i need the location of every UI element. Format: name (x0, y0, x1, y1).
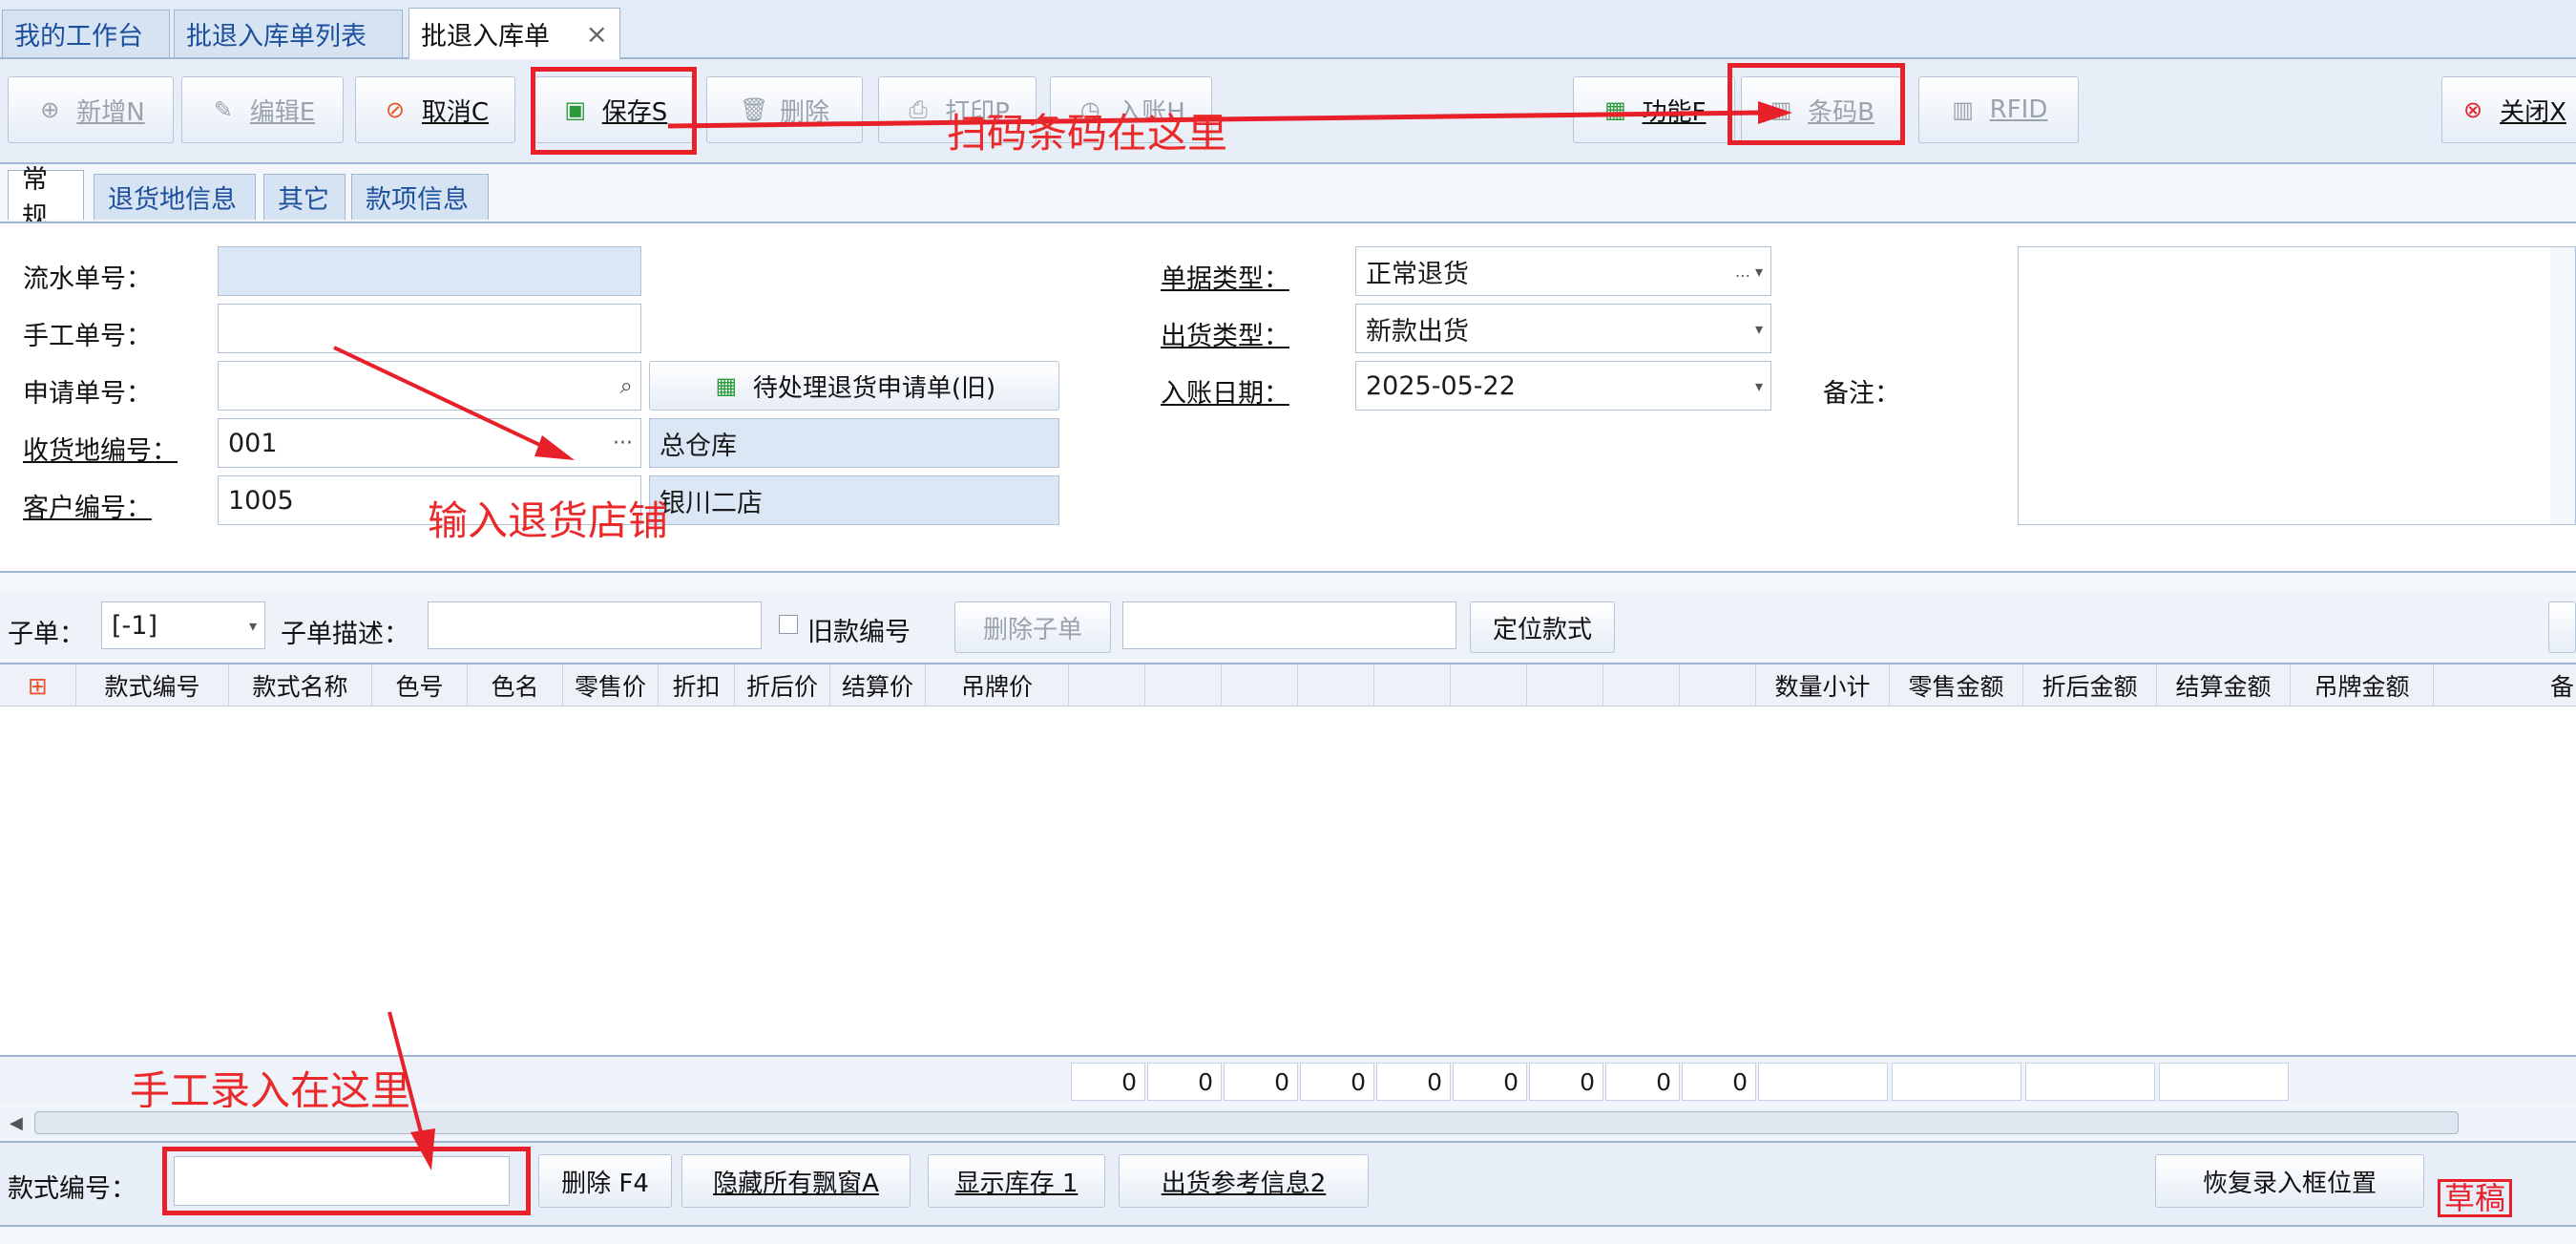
total-cell: 0 (1529, 1063, 1603, 1101)
remark-scrollbar[interactable] (2550, 247, 2575, 524)
col-qty-subtotal[interactable]: 数量小计 (1756, 664, 1890, 706)
col-retail-price[interactable]: 零售价 (563, 664, 659, 706)
form-tab-bar: 常规 退货地信息 其它 款项信息 (0, 165, 2576, 232)
col-style-code[interactable]: 款式编号 (76, 664, 229, 706)
sub-select[interactable]: [-1] ▾ (101, 601, 265, 649)
tab-payment[interactable]: 款项信息 (351, 174, 489, 220)
chevron-down-icon[interactable]: ▾ (1755, 377, 1763, 395)
annotation-arrow-barcode (667, 101, 1792, 129)
document-tab-bar: 我的工作台 批退入库单列表 批退入库单 × (0, 0, 2576, 59)
col-discounted-price[interactable]: 折后价 (735, 664, 830, 706)
total-cell: 0 (1682, 1063, 1756, 1101)
locate-field[interactable] (1122, 601, 1456, 649)
col-retail-amount[interactable]: 零售金额 (1890, 664, 2023, 706)
annotation-scan-here: 扫码条码在这里 (947, 110, 1228, 157)
remark-textarea[interactable] (2018, 246, 2576, 525)
col-size-9[interactable] (1680, 664, 1756, 706)
annotation-arrow-manual (387, 1011, 435, 1170)
close-tab-icon[interactable]: × (586, 18, 608, 50)
ellipsis-dropdown-icon[interactable]: … ▾ (1735, 263, 1763, 281)
col-color-code[interactable]: 色号 (372, 664, 468, 706)
remark-label: 备注： (1823, 379, 1900, 409)
grid-toolbar: 子单： [-1] ▾ 子单描述： 旧款编号 删除子单 定位款式 (0, 592, 2576, 659)
col-size-2[interactable] (1145, 664, 1222, 706)
show-stock-button[interactable]: 显示库存 1 (928, 1154, 1105, 1208)
locate-style-button[interactable]: 定位款式 (1470, 601, 1615, 653)
ship-type-select[interactable]: 新款出货 ▾ (1355, 304, 1771, 353)
old-code-label: 旧款编号 (807, 618, 911, 647)
col-size-5[interactable] (1374, 664, 1451, 706)
header-form: 流水单号： 手工单号： 申请单号： ⌕ ▦ 待处理退货申请单(旧) 收货地编号： … (0, 221, 2576, 573)
entry-date-picker[interactable]: 2025-05-22 ▾ (1355, 361, 1771, 411)
total-cell: 0 (1376, 1063, 1451, 1101)
tab-return-inbound[interactable]: 批退入库单 × (408, 8, 620, 59)
total-cell: 0 (1453, 1063, 1527, 1101)
total-cell: 0 (1147, 1063, 1222, 1101)
total-cell (1892, 1063, 2021, 1101)
total-cell (2159, 1063, 2289, 1101)
col-discount[interactable]: 折扣 (659, 664, 735, 706)
col-remark[interactable]: 备 (2434, 664, 2576, 706)
doc-type-label: 单据类型： (1161, 264, 1289, 294)
total-cell: 0 (1300, 1063, 1374, 1101)
tab-return-location[interactable]: 退货地信息 (94, 174, 256, 220)
ship-type-label: 出货类型： (1161, 322, 1289, 351)
col-tag-amount[interactable]: 吊牌金额 (2291, 664, 2434, 706)
tab-general[interactable]: 常规 (8, 165, 84, 232)
chevron-down-icon[interactable]: ▾ (1755, 320, 1763, 338)
chevron-down-icon[interactable]: ▾ (249, 617, 257, 635)
col-size-6[interactable] (1451, 664, 1527, 706)
ship-reference-button[interactable]: 出货参考信息2 (1119, 1154, 1369, 1208)
hide-windows-button[interactable]: 隐藏所有飘窗A (681, 1154, 911, 1208)
grid-header: ⊞ 款式编号 款式名称 色号 色名 零售价 折扣 折后价 结算价 吊牌价 数量小… (0, 663, 2576, 706)
entry-date-label: 入账日期： (1161, 379, 1289, 409)
col-size-4[interactable] (1298, 664, 1374, 706)
col-size-3[interactable] (1222, 664, 1298, 706)
total-cell: 0 (1071, 1063, 1145, 1101)
tab-workbench[interactable]: 我的工作台 (2, 10, 170, 57)
collapse-button[interactable] (2548, 601, 2576, 653)
total-cell (1758, 1063, 1888, 1101)
old-code-checkbox[interactable] (779, 615, 798, 634)
col-color-name[interactable]: 色名 (468, 664, 563, 706)
col-settle-price[interactable]: 结算价 (830, 664, 926, 706)
sub-desc-field[interactable] (428, 601, 762, 649)
total-cell: 0 (1224, 1063, 1298, 1101)
add-row-icon[interactable]: ⊞ (0, 664, 76, 706)
restore-entry-position-button[interactable]: 恢复录入框位置 (2155, 1154, 2424, 1208)
sub-desc-label: 子单描述： (281, 620, 409, 649)
col-settle-amount[interactable]: 结算金额 (2157, 664, 2291, 706)
main-toolbar: ⊕新增N ✎编辑E ⊘取消C ▣保存S 🗑删除 ⎙打印P ◷入账H ▦功能F ▥… (0, 59, 2576, 164)
col-tag-price[interactable]: 吊牌价 (926, 664, 1069, 706)
col-style-name[interactable]: 款式名称 (229, 664, 372, 706)
annotation-enter-store: 输入退货店铺 (428, 497, 669, 544)
delete-sub-button[interactable]: 删除子单 (954, 601, 1111, 653)
col-size-1[interactable] (1069, 664, 1145, 706)
col-discount-amount[interactable]: 折后金额 (2023, 664, 2157, 706)
doc-type-select[interactable]: 正常退货 … ▾ (1355, 246, 1771, 296)
total-cell: 0 (1605, 1063, 1680, 1101)
col-size-7[interactable] (1527, 664, 1603, 706)
tab-return-list[interactable]: 批退入库单列表 (174, 10, 403, 57)
draft-stamp: 草稿 (2438, 1179, 2513, 1217)
sub-label: 子单： (8, 620, 85, 649)
tab-other[interactable]: 其它 (263, 174, 346, 220)
col-size-8[interactable] (1603, 664, 1680, 706)
total-cell (2025, 1063, 2155, 1101)
